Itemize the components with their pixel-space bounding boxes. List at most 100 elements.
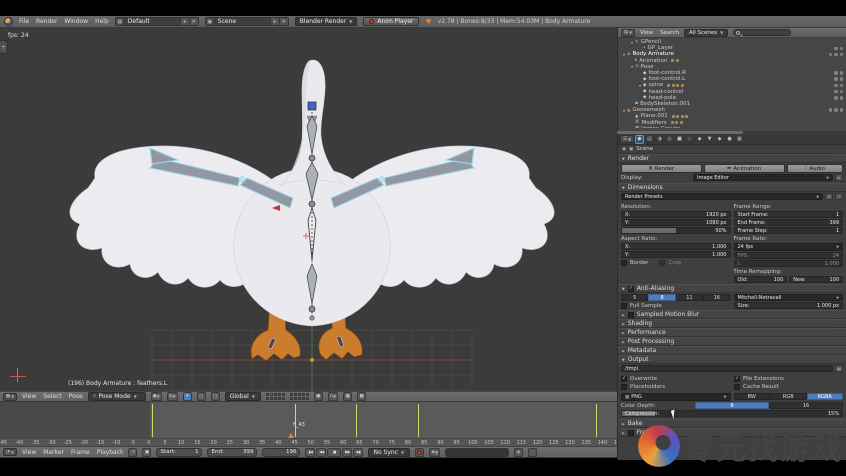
outliner-menu-search[interactable]: Search [660, 30, 679, 36]
add-layout-button[interactable]: + [181, 17, 190, 26]
render-engine-dropdown[interactable]: Blender Render ▼ [295, 17, 358, 26]
aa-sample-16-button[interactable]: 16 [703, 294, 730, 301]
render-presets-dropdown[interactable]: Render Presets▼ [621, 193, 823, 200]
panel-anti-aliasing[interactable]: ▼ ✓ Anti-Aliasing ┄┄ [618, 284, 846, 293]
restrict-toggle-icon[interactable] [834, 47, 838, 51]
panel-grip-icon[interactable]: ┄┄ [836, 185, 843, 190]
modifiers-tab[interactable]: ◆ [695, 135, 704, 144]
end-frame-field[interactable]: End Frame:399 [734, 219, 844, 226]
restrict-toggle-icon[interactable] [840, 71, 844, 75]
constraints-tab[interactable]: ◇ [685, 135, 694, 144]
output-path-field[interactable]: /tmp\ [621, 365, 833, 372]
layer-toggle[interactable] [270, 397, 273, 400]
restrict-toggle-icon[interactable] [834, 84, 838, 88]
lock-time-toggle-icon[interactable]: ▣ [142, 448, 151, 457]
layer-toggle[interactable] [306, 397, 309, 400]
snap-magnet-icon[interactable]: ∩▼ [328, 392, 338, 401]
resolution-y-field[interactable]: Y:1080 px [621, 219, 731, 226]
restrict-toggle-icon[interactable] [840, 77, 844, 81]
panel-grip-icon[interactable]: ┄┄ [836, 312, 843, 317]
pivot-point-dropdown[interactable]: ◎▼ [167, 392, 178, 401]
layer-toggle[interactable] [266, 397, 269, 400]
auto-key-dropdown[interactable]: ◆▼ [429, 448, 440, 457]
panel-output[interactable]: ▼ Output ┄┄ [618, 355, 846, 364]
checkbox-file-extensions[interactable]: ✓File Extensions [734, 375, 843, 382]
viewport-menu-pose[interactable]: Pose [69, 393, 83, 400]
restrict-toggle-icon[interactable] [834, 77, 838, 81]
delete-layout-button[interactable]: ✕ [190, 17, 199, 26]
screen-layout-selector[interactable]: ▦ Default + ✕ [115, 17, 199, 26]
delete-scene-button[interactable]: ✕ [280, 17, 289, 26]
anti-aliasing-checkbox[interactable]: ✓ [628, 286, 634, 292]
panel-grip-icon[interactable]: ┄┄ [836, 330, 843, 335]
preview-range-toggle-icon[interactable]: ◔ [128, 448, 137, 457]
fps-field[interactable]: FPS:24 [734, 252, 844, 259]
render-animation-button[interactable]: ▬Animation [704, 164, 785, 173]
editor-type-timeline-button[interactable]: ◔▼ [3, 448, 17, 456]
checkbox-overwrite[interactable]: ✓Overwrite [621, 375, 730, 382]
layer-toggle[interactable] [302, 397, 305, 400]
render-layers-tab[interactable]: ▤ [645, 135, 654, 144]
checkbox-cache-result[interactable]: Cache Result [734, 383, 843, 390]
layer-toggle[interactable] [294, 393, 297, 396]
manipulator-translate-button[interactable]: + [183, 392, 192, 401]
pin-icon[interactable]: ◉ [622, 147, 626, 152]
object-data-tab[interactable]: ▼ [705, 135, 714, 144]
layer-toggle[interactable] [282, 393, 285, 396]
panel-grip-icon[interactable]: ┄┄ [836, 348, 843, 353]
viewport-menu-select[interactable]: Select [43, 393, 62, 400]
layer-toggle[interactable] [298, 393, 301, 396]
lock-icon[interactable]: ▣ [314, 392, 323, 401]
depth-16-button[interactable]: 16 [769, 402, 843, 409]
channel-rgba-button[interactable]: RGBA [807, 393, 844, 400]
render-audio-button[interactable]: ♪Audio [787, 164, 844, 173]
aa-filter-dropdown[interactable]: Mitchell-Netravali▼ [734, 294, 844, 301]
remap-new-field[interactable]: New:100 [789, 276, 843, 283]
layer-toggle[interactable] [274, 393, 277, 396]
scene-value[interactable]: Scene [215, 17, 271, 26]
compression-slider[interactable]: Compression:15% [621, 410, 843, 417]
render-button[interactable]: ▦Render [621, 164, 702, 173]
editor-type-viewport-button[interactable]: ▦▼ [3, 393, 17, 401]
panel-performance[interactable]: ►Performance┄┄ [618, 328, 846, 337]
restrict-toggle-icon[interactable] [829, 53, 833, 57]
outliner-item-vertex-groups[interactable]: ▦Vertex Groups [618, 126, 846, 128]
restrict-toggle-icon[interactable] [840, 53, 844, 57]
restrict-toggle-icon[interactable] [840, 47, 844, 51]
panel-grip-icon[interactable]: ┄┄ [836, 286, 843, 291]
timeline-ruler[interactable]: -45-40-35-30-25-20-15-10-505101520253035… [0, 438, 617, 446]
layer-toggle[interactable] [302, 393, 305, 396]
crop-checkbox[interactable] [659, 260, 665, 266]
remove-preset-button[interactable]: − [835, 193, 843, 200]
aa-sample-5-button[interactable]: 5 [621, 294, 648, 301]
aa-size-field[interactable]: Size:1.000 px [734, 302, 844, 309]
start-frame-field[interactable]: Start Frame:1 [734, 211, 844, 218]
world-tab[interactable]: ◎ [665, 135, 674, 144]
transform-orientation-dropdown[interactable]: Global ▼ [225, 392, 261, 401]
opengl-render-anim-button[interactable]: ▦ [357, 392, 366, 401]
panel-grip-icon[interactable]: ┄┄ [836, 357, 843, 362]
restrict-toggle-icon[interactable] [834, 71, 838, 75]
frame-step-field[interactable]: Frame Step:1 [734, 227, 844, 234]
layer-grid-right[interactable] [290, 393, 309, 400]
screen-layout-value[interactable]: Default [125, 17, 181, 26]
restrict-toggle-icon[interactable] [840, 90, 844, 94]
editor-type-properties-button[interactable]: ☰▼ [620, 135, 634, 143]
resolution-x-field[interactable]: X:1920 px [621, 211, 731, 218]
aa-sample-8-button[interactable]: 8 [648, 294, 675, 301]
panel-post-processing[interactable]: ►Post Processing┄┄ [618, 337, 846, 346]
panel-grip-icon[interactable]: ┄┄ [836, 321, 843, 326]
opengl-render-image-button[interactable]: ▦ [343, 392, 352, 401]
checkbox-placeholders[interactable]: Placeholders [621, 383, 730, 390]
mode-dropdown[interactable]: ⊙Pose Mode ▼ [88, 392, 146, 401]
panel-metadata[interactable]: ►Metadata┄┄ [618, 346, 846, 355]
scene-selector[interactable]: ▣ Scene + ✕ [205, 17, 289, 26]
fps-base-field[interactable]: /:1.000 [734, 260, 844, 267]
file-format-dropdown[interactable]: ▦PNG▼ [621, 393, 731, 401]
frame-rate-dropdown[interactable]: 24 fps▼ [734, 243, 844, 251]
record-button[interactable] [415, 448, 424, 457]
viewport-3d[interactable]: fps: 24 (196) Body Armature : feathers.L… [0, 28, 617, 391]
timeline-menu-view[interactable]: View [22, 449, 36, 456]
aspect-y-field[interactable]: Y:1.000 [621, 251, 731, 258]
current-frame-field[interactable]: 196 [262, 448, 300, 457]
